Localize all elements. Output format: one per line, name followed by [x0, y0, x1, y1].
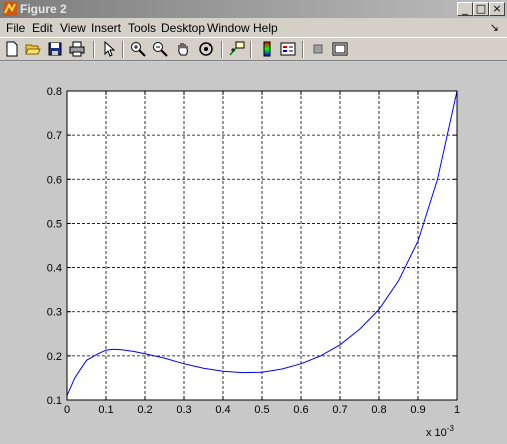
x-tick-label: 1 [454, 404, 460, 416]
pan-hand-icon[interactable] [175, 41, 191, 57]
maximize-button[interactable]: □ [473, 2, 489, 16]
legend-icon[interactable] [280, 41, 296, 57]
x-tick-label: 0.1 [98, 404, 113, 416]
y-tick-label: 0.6 [47, 174, 62, 186]
zoom-in-icon[interactable] [130, 41, 146, 57]
x-tick-label: 0.8 [371, 404, 386, 416]
y-tick-label: 0.7 [47, 130, 62, 142]
toolbar-separator [122, 41, 124, 58]
menu-edit[interactable]: Edit [32, 21, 53, 35]
menu-insert[interactable]: Insert [91, 21, 121, 35]
window-title: Figure 2 [20, 2, 67, 16]
x-tick-label: 0 [64, 404, 70, 416]
toolbar-separator [221, 41, 223, 58]
figure-canvas: 0 0.1 0.2 0.3 0.4 0.5 0.6 0.7 0.8 0.9 1 0.10.20.30… [0, 62, 507, 444]
close-button[interactable]: × [489, 2, 505, 16]
x-tick-label: 0.6 [293, 404, 308, 416]
x-tick-label: 0.7 [332, 404, 347, 416]
x-tick-label: 0.2 [137, 404, 152, 416]
matlab-icon [3, 2, 17, 16]
x-tick-label: 0.9 [410, 404, 425, 416]
print-icon[interactable] [69, 41, 85, 57]
hide-plot-tools-icon[interactable] [310, 41, 326, 57]
menu-bar: File Edit View Insert Tools Desktop Wind… [0, 18, 507, 37]
menu-desktop[interactable]: Desktop [161, 21, 205, 35]
edit-plot-arrow-icon[interactable] [101, 41, 117, 57]
menu-help[interactable]: Help [253, 21, 278, 35]
y-tick-label: 0.1 [47, 395, 62, 407]
open-file-icon[interactable] [25, 41, 41, 57]
title-bar: Figure 2 _ □ × [0, 0, 507, 18]
minimize-button[interactable]: _ [457, 2, 473, 16]
y-tick-label: 0.2 [47, 351, 62, 363]
dock-arrow-icon[interactable]: ↘ [490, 21, 499, 34]
zoom-out-icon[interactable] [152, 41, 168, 57]
save-icon[interactable] [47, 41, 63, 57]
data-cursor-icon[interactable] [229, 41, 245, 57]
x-tick-label: 0.5 [254, 404, 269, 416]
y-tick-label: 0.4 [47, 263, 62, 275]
y-tick-label: 0.5 [47, 218, 62, 230]
new-figure-icon[interactable] [4, 41, 20, 57]
menu-window[interactable]: Window [207, 21, 250, 35]
y-tick-label: 0.3 [47, 307, 62, 319]
toolbar-separator [93, 41, 95, 58]
toolbar-separator [250, 41, 252, 58]
toolbar-separator [302, 41, 304, 58]
menu-view[interactable]: View [60, 21, 86, 35]
menu-file[interactable]: File [6, 21, 25, 35]
figure-toolbar [0, 37, 507, 61]
menu-tools[interactable]: Tools [128, 21, 156, 35]
show-plot-tools-icon[interactable] [332, 41, 348, 57]
colorbar-icon[interactable] [259, 41, 275, 57]
x-tick-label: 0.4 [215, 404, 230, 416]
y-tick-label: 0.8 [47, 86, 62, 98]
rotate-3d-icon[interactable] [198, 41, 214, 57]
x-tick-label: 0.3 [176, 404, 191, 416]
